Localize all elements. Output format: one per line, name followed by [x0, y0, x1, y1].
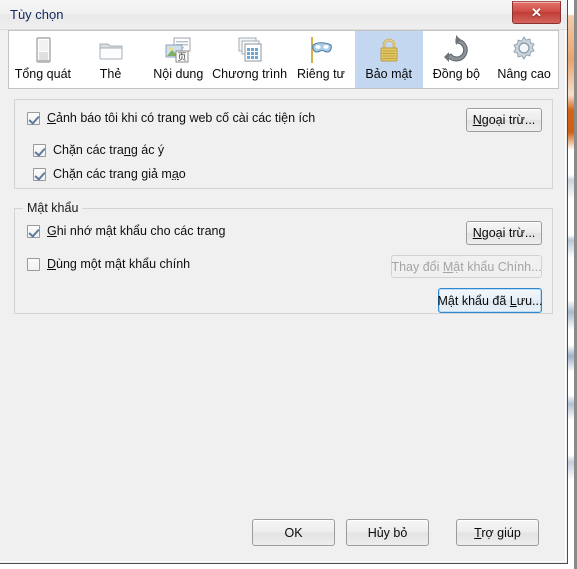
- checkbox-use-master-password[interactable]: Dùng một mật khẩu chính: [27, 257, 190, 272]
- checkbox-warn-addon-install-label: Cảnh báo tôi khi có trang web cố cài các…: [47, 111, 316, 125]
- tab-applications[interactable]: Chương trình: [212, 31, 287, 88]
- tab-strip: Tổng quát Thẻ 页 Nội dung Chương trình Ri…: [8, 30, 559, 89]
- warnings-group: Cảnh báo tôi khi có trang web cố cài các…: [14, 99, 553, 189]
- sync-icon: [440, 34, 472, 66]
- svg-text:页: 页: [178, 52, 187, 63]
- ok-button[interactable]: OK: [252, 519, 335, 546]
- title-bar: Tùy chọn ✕: [0, 0, 567, 30]
- applications-icon: [234, 34, 266, 66]
- addon-exceptions-button-label: Ngoại trừ...: [472, 113, 536, 127]
- tab-tabs-label: Thẻ: [99, 67, 122, 81]
- options-dialog: Tùy chọn ✕ Tổng quát Thẻ 页 Nội dung Chươ…: [0, 0, 568, 564]
- checkbox-remember-passwords-box[interactable]: [27, 225, 40, 238]
- passwords-group-title: Mật khẩu: [23, 201, 83, 215]
- advanced-gear-icon: [508, 34, 540, 66]
- change-master-password-button-label: Thay đổi Mật khẩu Chính...: [391, 259, 542, 274]
- password-exceptions-button-label: Ngoại trừ...: [472, 226, 536, 240]
- tab-advanced-label: Nâng cao: [497, 67, 551, 81]
- content-icon: 页: [162, 34, 194, 66]
- general-icon: [27, 34, 59, 66]
- checkbox-block-attack-sites[interactable]: Chặn các trang ác ý: [33, 143, 164, 158]
- checkbox-block-forgery-sites-label: Chặn các trang giả mạo: [53, 167, 186, 181]
- saved-passwords-button[interactable]: Mật khẩu đã Lưu...: [438, 288, 542, 313]
- ok-button-label: OK: [284, 525, 303, 540]
- checkbox-warn-addon-install[interactable]: Cảnh báo tôi khi có trang web cố cài các…: [27, 111, 315, 126]
- checkbox-block-attack-sites-box[interactable]: [33, 144, 46, 157]
- checkbox-use-master-password-box[interactable]: [27, 258, 40, 271]
- change-master-password-button: Thay đổi Mật khẩu Chính...: [391, 255, 542, 278]
- security-panel: Cảnh báo tôi khi có trang web cố cài các…: [8, 89, 559, 511]
- checkbox-warn-addon-install-box[interactable]: [27, 112, 40, 125]
- tab-security[interactable]: Bảo mật: [354, 31, 423, 88]
- close-button[interactable]: ✕: [512, 1, 561, 24]
- help-button[interactable]: Trợ giúp: [456, 519, 539, 546]
- tab-sync-label: Đồng bộ: [432, 67, 481, 81]
- checkbox-use-master-password-label: Dùng một mật khẩu chính: [47, 257, 191, 271]
- tab-security-label: Bảo mật: [365, 67, 412, 81]
- tab-content-label: Nội dung: [153, 67, 204, 81]
- cancel-button-label: Hủy bỏ: [367, 525, 408, 540]
- addon-exceptions-button[interactable]: Ngoại trừ...: [466, 108, 542, 132]
- privacy-mask-icon: [305, 34, 337, 66]
- security-lock-icon: [373, 34, 405, 66]
- help-button-label: Trợ giúp: [474, 525, 521, 540]
- tab-sync[interactable]: Đồng bộ: [423, 31, 491, 88]
- tab-general-label: Tổng quát: [14, 67, 71, 81]
- cancel-button[interactable]: Hủy bỏ: [346, 519, 429, 546]
- window-title: Tùy chọn: [10, 7, 64, 22]
- tab-general[interactable]: Tổng quát: [9, 31, 77, 88]
- tab-applications-label: Chương trình: [212, 67, 288, 81]
- checkbox-block-forgery-sites[interactable]: Chặn các trang giả mạo: [33, 167, 186, 182]
- close-icon: ✕: [531, 4, 542, 20]
- tab-privacy-label: Riêng tư: [296, 67, 345, 81]
- tab-privacy[interactable]: Riêng tư: [287, 31, 355, 88]
- checkbox-block-attack-sites-label: Chặn các trang ác ý: [53, 143, 165, 157]
- tab-tabs[interactable]: Thẻ: [77, 31, 145, 88]
- tab-advanced[interactable]: Nâng cao: [490, 31, 558, 88]
- password-exceptions-button[interactable]: Ngoại trừ...: [466, 221, 542, 245]
- checkbox-block-forgery-sites-box[interactable]: [33, 168, 46, 181]
- dialog-button-bar: OK Hủy bỏ Trợ giúp: [8, 511, 559, 557]
- saved-passwords-button-label: Mật khẩu đã Lưu...: [437, 293, 543, 308]
- passwords-group: Mật khẩu Ghi nhớ mật khẩu cho các trang …: [14, 201, 553, 314]
- tabs-folder-icon: [95, 34, 127, 66]
- checkbox-remember-passwords[interactable]: Ghi nhớ mật khẩu cho các trang: [27, 224, 225, 239]
- tab-content[interactable]: 页 Nội dung: [144, 31, 212, 88]
- checkbox-remember-passwords-label: Ghi nhớ mật khẩu cho các trang: [47, 224, 226, 238]
